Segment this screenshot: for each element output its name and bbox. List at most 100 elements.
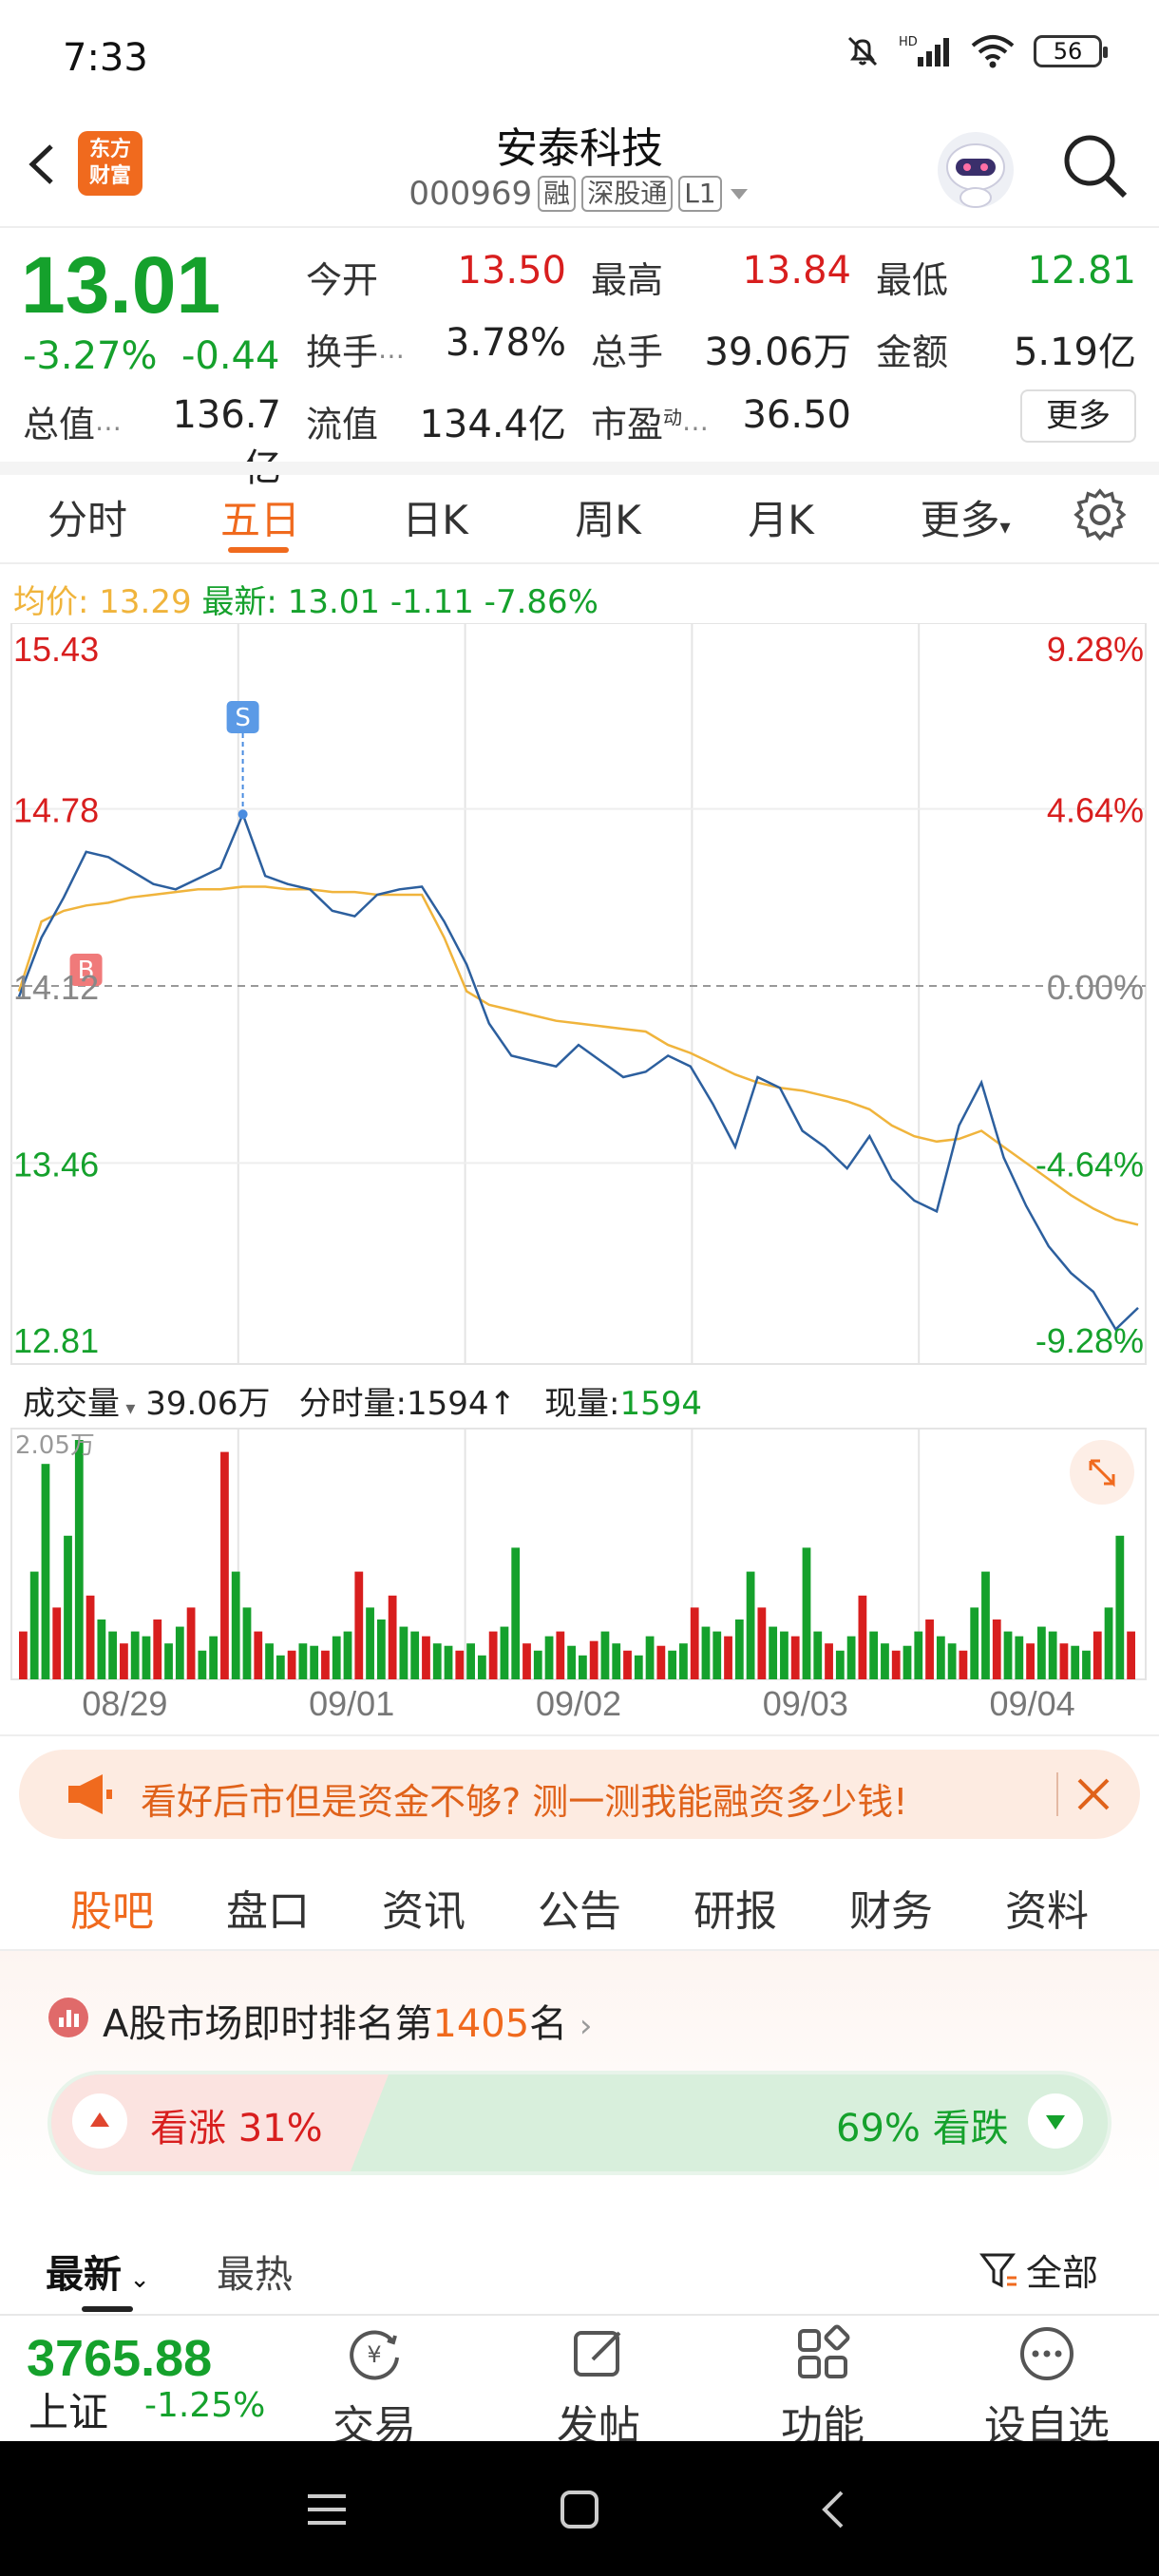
- high-label: 最高: [591, 259, 664, 301]
- current-price: 13.01: [21, 240, 221, 330]
- open-value: 13.50: [457, 249, 566, 293]
- volume-bar: [466, 1643, 475, 1679]
- tab-more[interactable]: 更多▾: [908, 488, 1022, 546]
- vote-down-button[interactable]: [1028, 2093, 1083, 2149]
- tab-intraday[interactable]: 分时: [42, 488, 133, 546]
- volume-bar: [198, 1650, 207, 1679]
- y-axis-label-right: 4.64%: [1047, 791, 1144, 830]
- compose-post-icon[interactable]: [568, 2323, 629, 2384]
- tab-five-day[interactable]: 五日: [215, 488, 306, 546]
- tab-weekly-k[interactable]: 周K: [562, 488, 654, 546]
- trade-icon[interactable]: ¥: [344, 2323, 405, 2384]
- ranking-suffix: 名: [529, 2002, 568, 2046]
- volume-bar: [825, 1643, 833, 1679]
- turnover-label[interactable]: 换手⋯: [306, 323, 405, 375]
- volume-bar: [97, 1619, 106, 1679]
- caret-down-icon: ▾: [120, 1396, 136, 1419]
- feed-tab-latest[interactable]: 最新 ⌄: [46, 2244, 150, 2299]
- chart-bottom-divider: [0, 1734, 1159, 1736]
- margin-promo-banner[interactable]: 看好后市但是资金不够? 测一测我能融资多少钱!: [19, 1750, 1140, 1839]
- avg-price-line: [17, 885, 1139, 1226]
- info-icon: ⋯: [95, 412, 123, 444]
- home-icon[interactable]: [559, 2489, 600, 2530]
- feed-tab-hot[interactable]: 最热: [217, 2244, 293, 2299]
- y-axis-label-left: 15.43: [13, 630, 99, 669]
- y-axis-label-right: -9.28%: [1036, 1321, 1144, 1360]
- back-icon[interactable]: [813, 2489, 855, 2530]
- volume-bar: [790, 1636, 800, 1679]
- info-icon: ⋯: [378, 340, 406, 371]
- feed-filter[interactable]: 全部: [978, 2244, 1098, 2296]
- settings-gear-icon[interactable]: [1074, 488, 1127, 541]
- volume-bar: [780, 1631, 788, 1679]
- y-axis-label-left: 12.81: [13, 1321, 99, 1360]
- status-bar: 7:33 HD 56: [0, 0, 1159, 114]
- tab-news[interactable]: 资讯: [382, 1877, 466, 1938]
- volume-bar: [399, 1626, 408, 1679]
- tab-monthly-k[interactable]: 月K: [735, 488, 826, 546]
- volume-bar: [522, 1643, 531, 1679]
- pe-label[interactable]: 市盈动⋯: [591, 395, 709, 447]
- tab-profile[interactable]: 资料: [1005, 1877, 1089, 1938]
- more-fields-button[interactable]: 更多: [1020, 389, 1136, 443]
- volume-bar: [1015, 1636, 1024, 1679]
- vote-up-button[interactable]: [72, 2093, 127, 2149]
- tab-daily-k[interactable]: 日K: [390, 488, 481, 546]
- arrow-up-icon: ↑: [488, 1385, 517, 1423]
- volume-bar: [41, 1464, 50, 1679]
- volume-bar: [298, 1643, 308, 1679]
- volume-bar: [142, 1636, 151, 1679]
- volume-bar: [712, 1631, 722, 1679]
- close-icon[interactable]: [1074, 1774, 1113, 1814]
- caret-down-icon: [730, 189, 748, 199]
- volume-bar: [813, 1631, 823, 1679]
- volume-bar: [679, 1643, 688, 1679]
- tab-financials[interactable]: 财务: [849, 1877, 933, 1938]
- volume-bar: [1048, 1631, 1057, 1679]
- more-circle-icon[interactable]: [1016, 2323, 1077, 2384]
- volume-bar: [936, 1636, 945, 1679]
- volume-bar: [734, 1619, 744, 1679]
- volume-bar: [925, 1619, 934, 1679]
- minute-volume-value: 1594: [407, 1385, 489, 1423]
- volume-label: 总手: [591, 331, 664, 373]
- volume-chart[interactable]: 2.05万 08/29 09/01 09/02 09/03 09/04: [0, 1425, 1159, 1738]
- current-volume: 现量:1594: [544, 1377, 702, 1424]
- grid-functions-icon[interactable]: [792, 2323, 853, 2384]
- volume-bar: [769, 1626, 778, 1679]
- mcap-label[interactable]: 总值⋯: [23, 395, 122, 447]
- robot-assistant-icon[interactable]: [933, 127, 1018, 213]
- volume-bar: [656, 1645, 666, 1679]
- float-label: 流值: [306, 404, 379, 445]
- volume-bar: [477, 1655, 486, 1679]
- volume-bar: [1092, 1631, 1102, 1679]
- bullish-text: 看涨 31%: [150, 2097, 323, 2152]
- volume-bar: [276, 1655, 285, 1679]
- volume-bar: [970, 1607, 979, 1679]
- market-ranking[interactable]: A股市场即时排名第1405名 ›: [103, 1993, 593, 2048]
- five-day-price-chart[interactable]: BS15.43 9.28%14.78 4.64%14.12 0.00%13.46 -4.…: [0, 623, 1159, 1373]
- volume-selector[interactable]: 成交量 ▾ 39.06万: [23, 1377, 271, 1424]
- volume-bar: [242, 1607, 252, 1679]
- volume-bar: [29, 1571, 39, 1679]
- menu-icon[interactable]: [306, 2489, 348, 2530]
- search-icon[interactable]: [1058, 129, 1130, 201]
- filter-icon: [979, 2253, 1016, 2287]
- sell-marker-dot: [238, 809, 248, 820]
- tab-research[interactable]: 研报: [694, 1877, 777, 1938]
- index-value[interactable]: 3765.88: [27, 2329, 212, 2388]
- volume-bar: [254, 1631, 263, 1679]
- volume-bar: [757, 1607, 767, 1679]
- tab-guba[interactable]: 股吧: [70, 1877, 154, 1938]
- header-divider: [0, 226, 1159, 228]
- volume-bar: [567, 1645, 576, 1679]
- system-nav-bar: [0, 2441, 1159, 2576]
- volume-bar: [52, 1607, 62, 1679]
- tab-announcements[interactable]: 公告: [538, 1877, 621, 1938]
- tab-pankou[interactable]: 盘口: [226, 1877, 310, 1938]
- volume-bar: [321, 1650, 330, 1679]
- volume-bar: [914, 1631, 923, 1679]
- latest-change-pct: -7.86%: [484, 583, 598, 621]
- amount-label: 金额: [876, 331, 949, 373]
- volume-bar: [544, 1636, 554, 1679]
